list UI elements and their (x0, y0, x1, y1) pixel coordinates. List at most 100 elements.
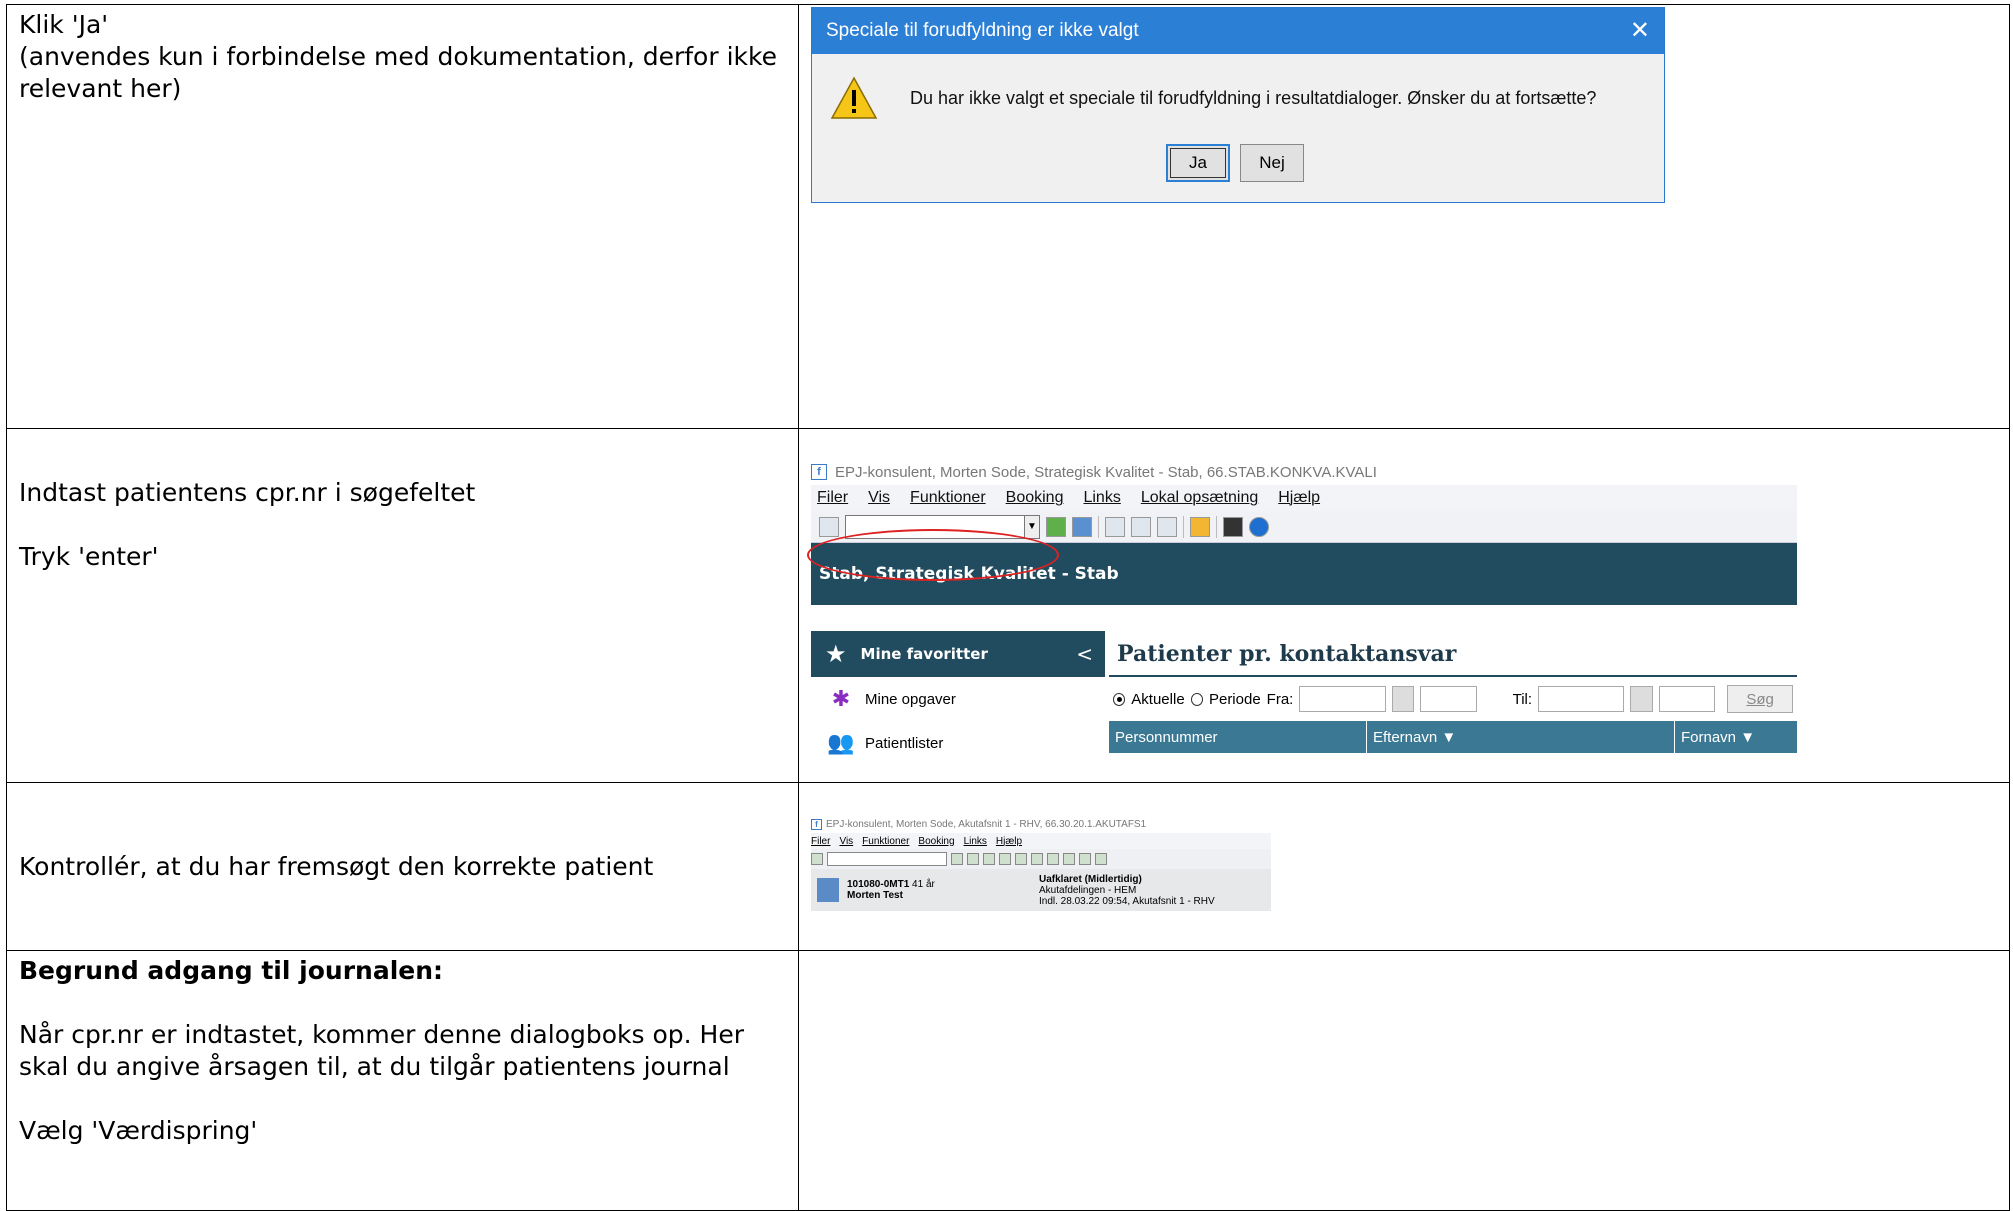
toolbar-icon[interactable] (951, 853, 963, 865)
instruction-cell: Klik 'Ja' (anvendes kun i forbindelse me… (6, 4, 799, 429)
cpr-search-input[interactable] (827, 852, 947, 866)
toolbar-icon[interactable] (1079, 853, 1091, 865)
no-button[interactable]: Nej (1240, 144, 1304, 182)
search-button[interactable]: Søg (1727, 685, 1793, 713)
sidebar-item-tasks[interactable]: ✱ Mine opgaver (811, 677, 1105, 721)
patient-admitted: Indl. 28.03.22 09:54, Akutafsnit 1 - RHV (1039, 895, 1215, 907)
toolbar-icon[interactable] (1095, 853, 1107, 865)
chevron-left-icon[interactable]: < (1076, 642, 1093, 666)
patient-age: 41 år (912, 879, 935, 890)
close-icon[interactable]: ✕ (1630, 16, 1650, 45)
patient-status: Uafklaret (Midlertidig) (1039, 873, 1142, 885)
dialog-title: Speciale til forudfyldning er ikke valgt (826, 20, 1139, 41)
toolbar (811, 849, 1271, 869)
key-icon[interactable] (1190, 516, 1210, 537)
patient-name: Morten Test (847, 890, 903, 901)
toolbar-icon[interactable] (999, 853, 1011, 865)
radio-label: Periode (1208, 690, 1261, 708)
confirm-dialog: Speciale til forudfyldning er ikke valgt… (811, 7, 1665, 203)
page-title: Patienter pr. kontaktansvar (1109, 631, 1797, 677)
menu-item[interactable]: Links (964, 836, 987, 847)
toolbar-green-icon[interactable] (1046, 516, 1066, 537)
dialog-message: Du har ikke valgt et speciale til forudf… (910, 87, 1597, 108)
instruction-cell: Begrund adgang til journalen: Når cpr.nr… (6, 950, 799, 1211)
list-icon[interactable] (1131, 516, 1151, 537)
step-row-verify-patient: Kontrollér, at du har fremsøgt den korre… (6, 782, 2010, 951)
grid-header: Personnummer Efternavn ▼ Fornavn ▼ (1109, 721, 1797, 753)
toolbar-icon[interactable] (967, 853, 979, 865)
calendar-icon[interactable] (1391, 686, 1415, 712)
from-date-input[interactable] (1299, 686, 1386, 712)
toolbar-icon[interactable] (1063, 853, 1075, 865)
menu-item[interactable]: Links (1083, 489, 1120, 507)
to-date-input[interactable] (1538, 686, 1625, 712)
column-header[interactable]: Fornavn ▼ (1675, 721, 1797, 753)
window-title: EPJ-konsulent, Morten Sode, Akutafsnit 1… (826, 818, 1147, 830)
menu-item[interactable]: Lokal opsætning (1141, 489, 1258, 507)
filter-bar: Aktuelle Periode Fra: Til: Søg (1109, 677, 1797, 721)
instruction-line: Indtast patientens cpr.nr i søgefeltet (19, 478, 476, 507)
sidebar: ★ Mine favoritter < ✱ Mine opgaver 👥 Pat… (811, 631, 1105, 765)
radio-current[interactable] (1113, 692, 1126, 706)
to-time-input[interactable] (1658, 686, 1716, 712)
instruction-table: Klik 'Ja' (anvendes kun i forbindelse me… (6, 4, 2010, 1211)
to-label: Til: (1512, 690, 1533, 708)
instruction-paragraph: Når cpr.nr er indtastet, kommer denne di… (19, 1020, 744, 1081)
epj-app-window-small: f EPJ-konsulent, Morten Sode, Akutafsnit … (811, 815, 1271, 911)
star-icon: ★ (825, 640, 847, 668)
menu-item[interactable]: Filer (811, 836, 830, 847)
epj-logo-icon: f (811, 464, 827, 480)
yes-button[interactable]: Ja (1166, 144, 1230, 182)
radio-label: Aktuelle (1131, 690, 1185, 708)
toolbar-icon[interactable] (1015, 853, 1027, 865)
menu-item[interactable]: Funktioner (910, 489, 986, 507)
step-row-justify-access: Begrund adgang til journalen: Når cpr.nr… (6, 950, 2010, 1211)
menu-item[interactable]: Vis (839, 836, 853, 847)
instruction-line: Kontrollér, at du har fremsøgt den korre… (19, 851, 654, 881)
column-header[interactable]: Efternavn ▼ (1367, 721, 1675, 753)
menu-item[interactable]: Booking (1006, 489, 1064, 507)
people-icon: 👥 (827, 730, 855, 755)
dialog-title-bar: Speciale til forudfyldning er ikke valgt… (812, 8, 1664, 54)
menu-item[interactable]: Booking (918, 836, 954, 847)
menu-item[interactable]: Vis (868, 489, 890, 507)
instruction-line: Tryk 'enter' (19, 542, 159, 571)
avatar (817, 878, 839, 902)
epj-app-window: f EPJ-konsulent, Morten Sode, Strategisk… (807, 459, 1797, 759)
chevron-down-icon[interactable]: ▼ (1024, 514, 1040, 539)
instruction-cell: Kontrollér, at du har fremsøgt den korre… (6, 782, 799, 951)
patient-search-icon[interactable] (811, 853, 823, 865)
sidebar-item-label: Patientlister (865, 734, 944, 752)
column-header[interactable]: Personnummer (1109, 721, 1367, 753)
menu-item[interactable]: Hjælp (1278, 489, 1320, 507)
warning-icon (830, 76, 878, 119)
from-time-input[interactable] (1420, 686, 1477, 712)
sidebar-item-patientlists[interactable]: 👥 Patientlister (811, 721, 1105, 765)
calendar-icon[interactable] (1630, 686, 1653, 712)
patient-cpr: 101080-0MT1 (847, 879, 910, 890)
radio-period[interactable] (1190, 692, 1203, 706)
section-heading: Begrund adgang til journalen: (19, 956, 444, 985)
toolbar-blue-icon[interactable] (1072, 516, 1092, 537)
menu-bar: Filer Vis Funktioner Booking Links Lokal… (811, 485, 1797, 511)
sidebar-favorites[interactable]: ★ Mine favoritter < (811, 631, 1105, 677)
sidebar-favorites-label: Mine favoritter (860, 645, 988, 663)
menu-item[interactable]: Funktioner (862, 836, 909, 847)
rss-icon[interactable] (1223, 516, 1243, 537)
screenshot-cell (798, 950, 2010, 1211)
screenshot-cell: f EPJ-konsulent, Morten Sode, Strategisk… (798, 428, 2010, 783)
menu-item[interactable]: Filer (817, 489, 848, 507)
menu-item[interactable]: Hjælp (996, 836, 1022, 847)
patient-department: Akutafdelingen - HEM (1039, 884, 1137, 896)
step-row-search-cpr: Indtast patientens cpr.nr i søgefeltet T… (6, 428, 2010, 783)
instruction-line: Vælg 'Værdispring' (19, 1116, 258, 1145)
toolbar-icon[interactable] (983, 853, 995, 865)
toolbar-icon[interactable] (1031, 853, 1043, 865)
asterisk-icon: ✱ (831, 686, 851, 711)
book-icon[interactable] (1105, 516, 1125, 537)
patient-banner: 101080-0MT1 41 år Morten Test Uafklaret … (811, 869, 1271, 911)
help-icon[interactable] (1249, 516, 1269, 537)
patient-search-icon[interactable] (819, 516, 839, 537)
chart-icon[interactable] (1157, 516, 1177, 537)
toolbar-icon[interactable] (1047, 853, 1059, 865)
